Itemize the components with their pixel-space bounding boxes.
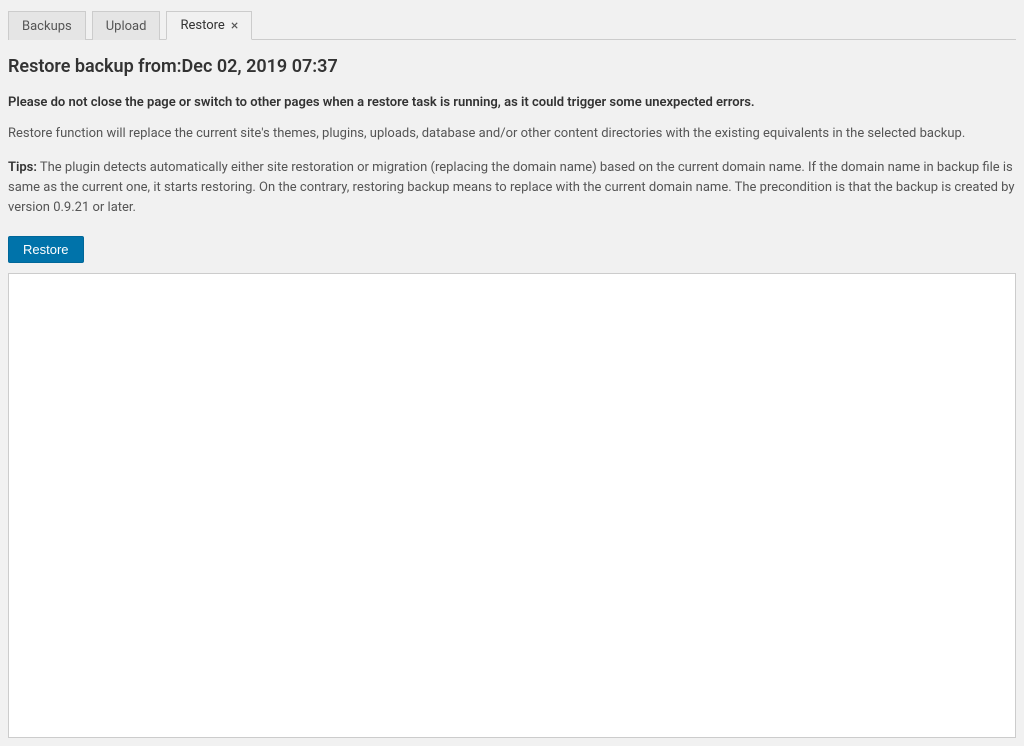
tab-upload[interactable]: Upload [92, 11, 161, 40]
tab-backups[interactable]: Backups [8, 11, 86, 40]
tab-content: Restore backup from:Dec 02, 2019 07:37 P… [8, 40, 1016, 738]
restore-output-panel [8, 273, 1016, 738]
warning-message: Please do not close the page or switch t… [8, 95, 1016, 110]
page-title: Restore backup from:Dec 02, 2019 07:37 [8, 56, 1016, 77]
tab-label: Backups [22, 19, 72, 34]
title-prefix: Restore backup from: [8, 56, 182, 77]
tab-label: Restore [180, 18, 224, 33]
tips-body: The plugin detects automatically either … [8, 160, 1015, 215]
tab-restore[interactable]: Restore × [166, 11, 252, 40]
title-date: Dec 02, 2019 07:37 [182, 56, 338, 77]
tabs-bar: Backups Upload Restore × [8, 8, 1016, 40]
close-icon[interactable]: × [231, 19, 238, 33]
tab-label: Upload [106, 19, 147, 34]
tips-label: Tips: [8, 160, 37, 175]
restore-button[interactable]: Restore [8, 236, 84, 263]
tips-message: Tips: The plugin detects automatically e… [8, 158, 1016, 218]
description-message: Restore function will replace the curren… [8, 124, 1016, 144]
